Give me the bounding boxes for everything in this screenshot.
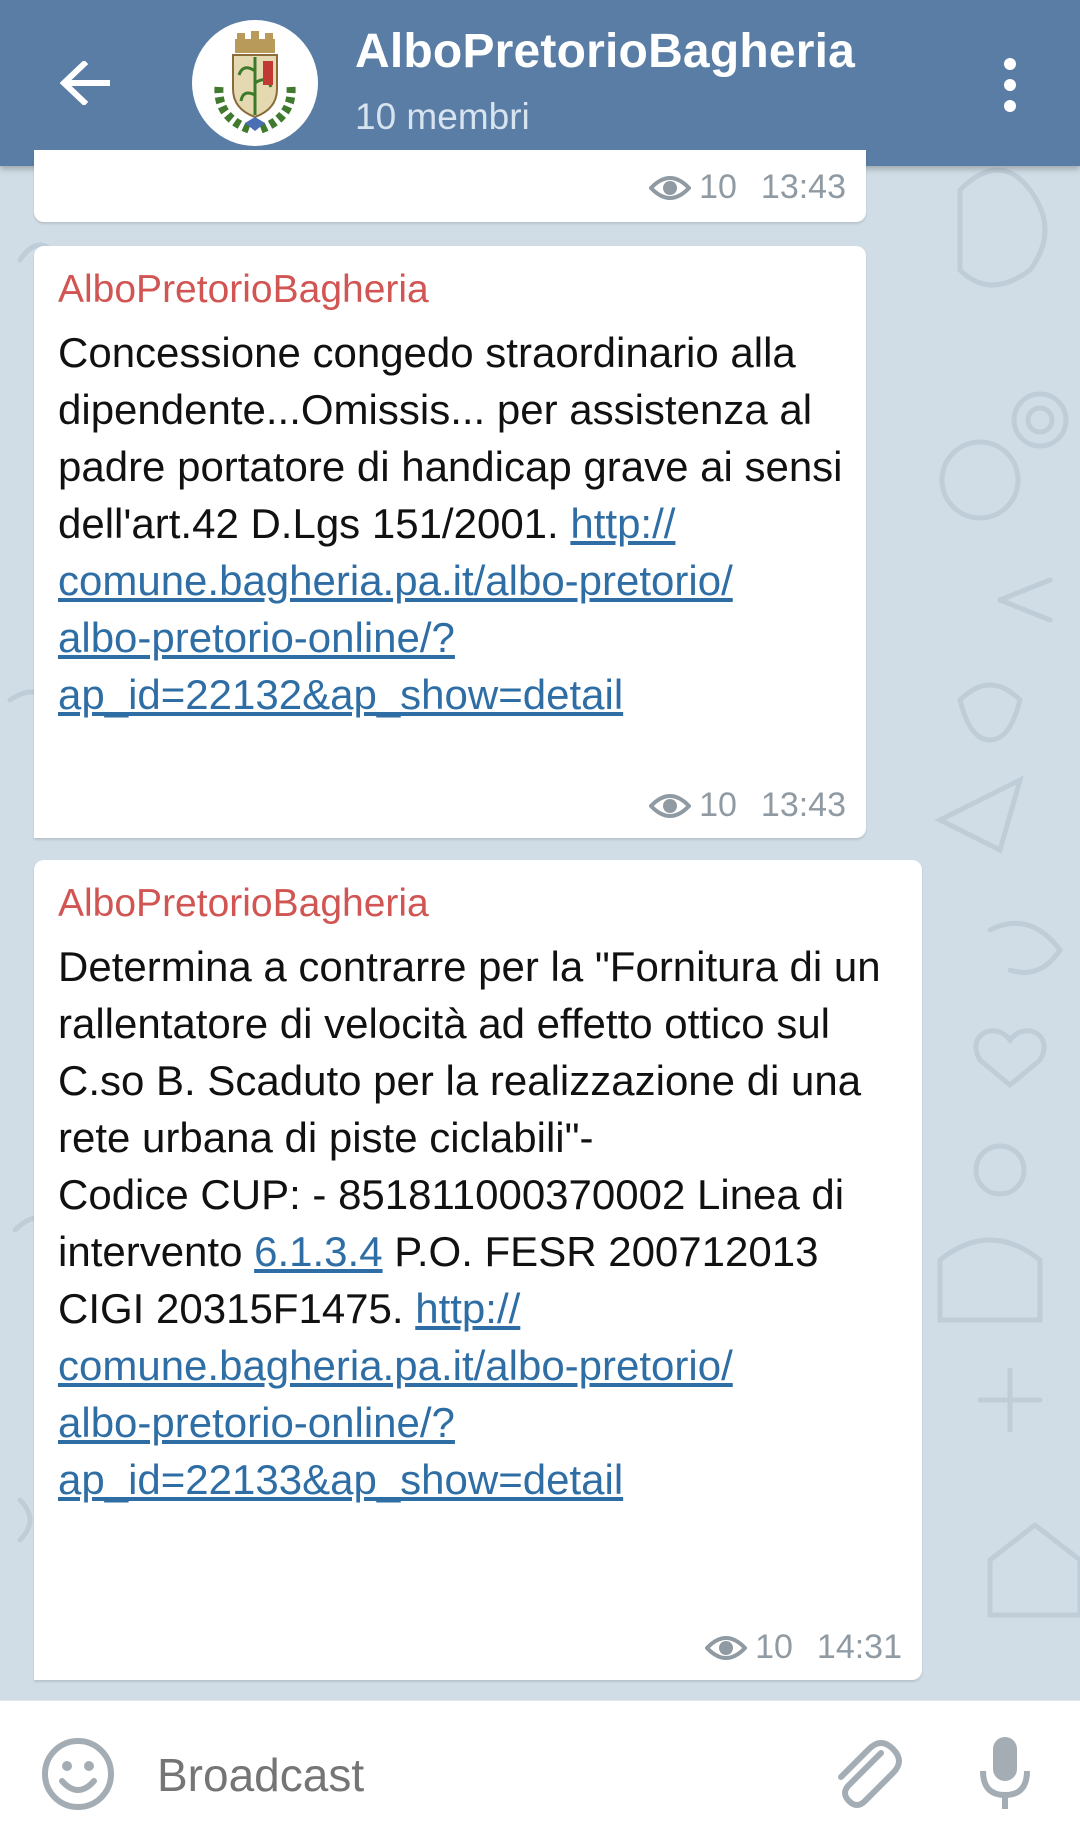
eye-icon <box>649 793 692 818</box>
message-text: Determina a contrarre per la "Fornitura … <box>58 938 910 1508</box>
message-bubble[interactable]: 10 13:43 <box>34 150 866 222</box>
message-bubble[interactable]: AlboPretorioBagheria Determina a contrar… <box>34 860 922 1680</box>
view-count-value: 10 <box>699 168 737 206</box>
message-body: Determina a contrarre per la "Fornitura … <box>58 943 893 1161</box>
emoji-button[interactable] <box>40 1736 116 1812</box>
dot-icon <box>1004 100 1016 112</box>
microphone-icon <box>980 1737 1030 1809</box>
smiley-icon <box>42 1738 114 1810</box>
dot-icon <box>1004 79 1016 91</box>
back-button[interactable] <box>45 38 125 128</box>
message-meta: 10 13:43 <box>649 786 846 825</box>
channel-avatar[interactable] <box>192 20 318 146</box>
more-options-button[interactable] <box>980 50 1040 120</box>
chat-header: AlboPretorioBagheria 10 membri <box>0 0 1080 166</box>
broadcast-input[interactable] <box>155 1739 759 1811</box>
dot-icon <box>1004 58 1016 70</box>
member-count: 10 membri <box>355 96 530 137</box>
message-sender[interactable]: AlboPretorioBagheria <box>58 882 429 926</box>
message-composer <box>0 1700 1080 1845</box>
message-body: P.O. FESR 200712013 <box>394 1228 819 1275</box>
message-sender[interactable]: AlboPretorioBagheria <box>58 268 429 312</box>
arrow-left-icon <box>60 61 110 105</box>
message-time: 13:43 <box>760 168 846 206</box>
view-count-value: 10 <box>699 786 737 824</box>
attach-button[interactable] <box>825 1733 905 1813</box>
message-text: Concessione congedo straordinario alla d… <box>58 324 878 723</box>
eye-icon <box>649 175 692 200</box>
coat-of-arms-icon <box>214 31 296 134</box>
message-meta: 10 13:43 <box>649 168 846 207</box>
inline-link[interactable]: 6.1.3.4 <box>254 1228 382 1275</box>
message-time: 14:31 <box>816 1628 902 1666</box>
view-count: 10 <box>649 168 737 207</box>
message-meta: 10 14:31 <box>705 1628 902 1667</box>
message-time: 13:43 <box>760 786 846 824</box>
microphone-button[interactable] <box>975 1733 1035 1813</box>
message-body: CIGI 20315F1475. <box>58 1285 404 1332</box>
channel-title[interactable]: AlboPretorioBagheria <box>355 24 855 79</box>
message-body: Concessione congedo straordinario alla d… <box>58 329 855 547</box>
message-bubble[interactable]: AlboPretorioBagheria Concessione congedo… <box>34 246 866 838</box>
view-count: 10 <box>705 1628 793 1667</box>
paperclip-icon <box>838 1740 902 1808</box>
eye-icon <box>705 1635 748 1660</box>
view-count: 10 <box>649 786 737 825</box>
view-count-value: 10 <box>755 1628 793 1666</box>
